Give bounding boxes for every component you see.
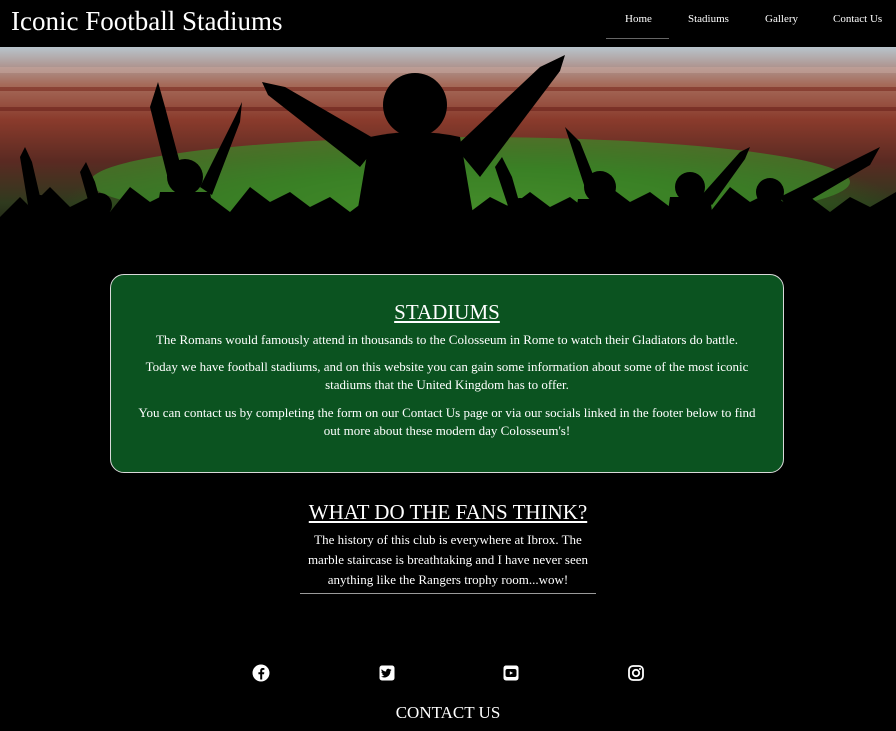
- crowd-silhouette: [0, 55, 896, 255]
- fan-quote: The history of this club is everywhere a…: [307, 532, 589, 587]
- fans-divider: [300, 593, 596, 594]
- intro-paragraph-2: Today we have football stadiums, and on …: [145, 359, 749, 392]
- nav-stadiums[interactable]: Stadiums: [688, 13, 729, 25]
- youtube-icon[interactable]: [502, 664, 520, 682]
- navbar: Iconic Football Stadiums Home Stadiums G…: [0, 0, 896, 47]
- stadiums-heading: STADIUMS: [394, 300, 500, 324]
- nav-gallery[interactable]: Gallery: [765, 13, 798, 25]
- twitter-icon[interactable]: [378, 664, 396, 682]
- stadiums-intro-panel: STADIUMS The Romans would famously atten…: [110, 274, 784, 473]
- facebook-icon[interactable]: [252, 664, 270, 682]
- fans-heading: WHAT DO THE FANS THINK?: [308, 500, 588, 524]
- nav-active-underline: [606, 38, 669, 39]
- hero-image: [0, 47, 896, 255]
- site-brand[interactable]: Iconic Football Stadiums: [11, 6, 282, 37]
- contact-us-heading: CONTACT US: [395, 703, 501, 722]
- nav-contact-us[interactable]: Contact Us: [833, 13, 882, 25]
- intro-paragraph-3: You can contact us by completing the for…: [138, 405, 756, 438]
- instagram-icon[interactable]: [627, 664, 645, 682]
- nav-home[interactable]: Home: [625, 13, 652, 25]
- intro-paragraph-1: The Romans would famously attend in thou…: [155, 332, 739, 347]
